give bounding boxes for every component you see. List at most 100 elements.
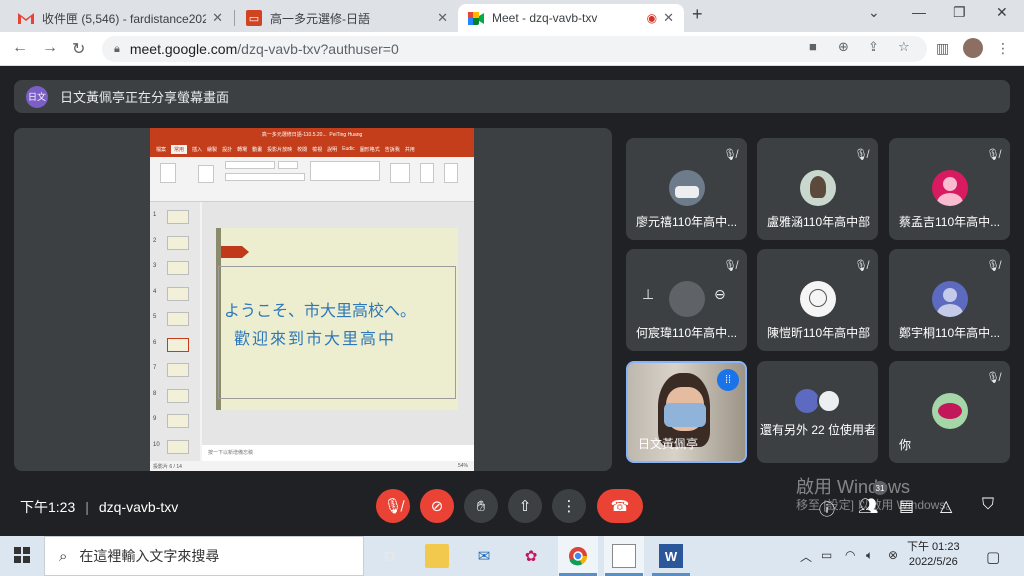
ppt-menu-item: 投影片放映: [267, 146, 293, 153]
reload-icon[interactable]: ↻: [72, 39, 85, 59]
restore-icon[interactable]: ❐: [953, 4, 966, 21]
slide-thumb-number: 5: [153, 314, 157, 320]
minimize-icon[interactable]: —: [912, 4, 926, 20]
mic-toggle-button[interactable]: 🎙︎̸: [376, 489, 410, 523]
document-app-icon[interactable]: [612, 544, 636, 568]
participant-name: 盧雅涵110年高中部: [767, 215, 871, 229]
powerpoint-window: 高一多元選修日語-110.5.20... PeiTing Huang 檔案 常用插…: [150, 128, 474, 471]
ppt-ribbon: [150, 157, 474, 202]
tab-meet[interactable]: Meet - dzq-vavb-txv ◉ ✕: [458, 4, 684, 32]
participant-name: 鄭宇桐110年高中...: [899, 326, 1001, 340]
tab-title: 高一多元選修-日語: [270, 11, 370, 26]
mic-off-icon: 🎙︎̸: [986, 149, 1000, 161]
windows-start-icon[interactable]: [14, 547, 30, 563]
tray-device-icon[interactable]: ▭: [821, 548, 832, 562]
tab-search-chevron-icon[interactable]: ⌄: [868, 4, 880, 21]
camera-icon[interactable]: ■: [809, 39, 817, 54]
participant-tile[interactable]: 🎙︎̸ 鄭宇桐110年高中...: [889, 249, 1010, 351]
slide-editing-area: ようこそ、市大里高校へ。 歡迎來到市大里高中: [202, 202, 474, 445]
ppt-menu-item: 繪製: [207, 146, 218, 153]
leave-call-button[interactable]: ☎︎: [597, 489, 643, 523]
back-arrow-icon[interactable]: ←: [12, 39, 28, 57]
ppt-menu-item: 檔案: [156, 146, 167, 153]
tray-chevron-up-icon[interactable]: ︿: [800, 548, 812, 565]
raise-hand-button[interactable]: ✋︎: [464, 489, 498, 523]
camera-toggle-button[interactable]: ⊘: [420, 489, 454, 523]
more-menu-icon[interactable]: ⋮: [996, 40, 1010, 57]
participant-tile[interactable]: 🎙︎̸ 蔡孟吉110年高中...: [889, 138, 1010, 240]
meeting-details-icon[interactable]: ⓘ: [819, 496, 835, 520]
font-name-box: [225, 161, 275, 169]
chat-icon[interactable]: ▤: [899, 496, 914, 516]
more-options-button[interactable]: ⋮: [552, 489, 586, 523]
close-icon[interactable]: ✕: [437, 10, 448, 26]
slide-arrow-tag: [221, 246, 249, 258]
present-icon: ⇧: [518, 498, 532, 515]
ppt-menu-item: 校閱: [297, 146, 308, 153]
screen-share-tile[interactable]: 高一多元選修日語-110.5.20... PeiTing Huang 檔案 常用插…: [14, 128, 612, 471]
self-tile[interactable]: 🎙︎̸ 你: [889, 361, 1010, 463]
new-slide-icon: [198, 165, 214, 183]
mail-icon[interactable]: ✉: [472, 544, 496, 568]
pin-icon[interactable]: ⊥: [642, 286, 654, 303]
side-panel-icon[interactable]: ▥: [936, 40, 949, 57]
slide-thumbnail: [167, 439, 189, 454]
remove-icon[interactable]: ⊖: [714, 286, 726, 303]
address-bar[interactable]: 🔒︎ meet.google.com/dzq-vavb-txv?authuser…: [102, 36, 927, 62]
participant-tile[interactable]: 🎙︎̸ 盧雅涵110年高中部: [757, 138, 878, 240]
avatar: [800, 281, 836, 317]
participant-tile[interactable]: 🎙︎̸ 陳愷昕110年高中部: [757, 249, 878, 351]
file-explorer-icon[interactable]: [425, 544, 449, 568]
others-tile[interactable]: 還有另外 22 位使用者: [757, 361, 878, 463]
ppt-window-title: 高一多元選修日語-110.5.20...: [261, 132, 327, 138]
new-tab-plus-icon[interactable]: +: [692, 4, 703, 25]
share-icon[interactable]: ⇪: [868, 39, 879, 55]
slide-thumb-number: 6: [153, 339, 157, 346]
clock-date: 2022/5/26: [908, 556, 958, 568]
meeting-code: dzq-vavb-txv: [98, 499, 179, 515]
profile-avatar[interactable]: [963, 38, 983, 58]
tray-close-circle-icon[interactable]: ⊗: [888, 548, 898, 562]
tab-slides[interactable]: ▭ 高一多元選修-日語 ✕: [236, 4, 458, 32]
bookmark-star-icon[interactable]: ☆: [898, 39, 910, 55]
volume-icon[interactable]: 🔈︎: [866, 548, 873, 563]
ppt-menu-item: 圖形格式: [359, 146, 380, 153]
recording-indicator-icon: ◉: [646, 11, 658, 25]
mic-off-icon: 🎙︎̸: [986, 260, 1000, 272]
slide-thumb-number: 10: [153, 441, 160, 448]
taskbar-search-box[interactable]: ⌕ 在這裡輸入文字來搜尋: [44, 536, 364, 576]
ppt-menu-item: 設計: [222, 146, 233, 153]
avatar: [932, 281, 968, 317]
participant-tile[interactable]: 🎙︎̸ ⊥ ⊖ 何宸瑋110年高中...: [626, 249, 747, 351]
ppt-menu-item: 檢視: [312, 146, 323, 153]
ppt-ribbon-tabs: 檔案 常用 插入 繪製 設計 轉場 動畫 投影片放映 校閱 檢視 說明 Eudic 圖形格式 告訴我 共用: [150, 141, 474, 157]
task-view-icon[interactable]: ⧉: [378, 544, 402, 568]
close-icon[interactable]: ✕: [212, 10, 223, 26]
host-controls-shield-icon[interactable]: ⛉: [982, 496, 994, 514]
zoom-icon[interactable]: ⊕: [838, 39, 849, 55]
slide-thumbnail: [167, 312, 189, 326]
forward-arrow-icon[interactable]: →: [42, 39, 58, 57]
present-screen-button[interactable]: ⇧: [508, 489, 542, 523]
close-icon[interactable]: ✕: [663, 10, 674, 26]
wifi-icon[interactable]: ◠: [845, 548, 855, 562]
phone-hangup-icon: ☎︎: [610, 498, 630, 515]
taskbar-clock[interactable]: 下午 01:23 2022/5/26: [907, 540, 960, 570]
word-icon[interactable]: W: [659, 544, 683, 568]
tab-divider: [234, 10, 235, 26]
search-icon: ⌕: [59, 547, 68, 565]
slide-thumb-number: 7: [153, 365, 157, 371]
window-close-icon[interactable]: ✕: [996, 4, 1008, 21]
participant-tile-speaking[interactable]: ⁞⁞ 日文黃佩亭: [626, 361, 747, 463]
people-icon[interactable]: 👥︎: [858, 496, 878, 516]
app-icon[interactable]: ✿: [519, 544, 543, 568]
slide-thumb-number: 2: [153, 237, 157, 244]
activities-icon[interactable]: △: [940, 496, 952, 516]
notification-icon[interactable]: ▢: [986, 548, 1000, 566]
taskbar-search-placeholder: 在這裡輸入文字來搜尋: [79, 548, 220, 564]
tab-gmail[interactable]: 收件匣 (5,546) - fardistance202 ✕: [8, 4, 233, 32]
slide-text-japanese: ようこそ、市大里高校へ。: [224, 301, 417, 320]
participant-tile[interactable]: 🎙︎̸ 廖元禧110年高中...: [626, 138, 747, 240]
chrome-icon[interactable]: [566, 544, 590, 568]
avatar: [932, 170, 968, 206]
